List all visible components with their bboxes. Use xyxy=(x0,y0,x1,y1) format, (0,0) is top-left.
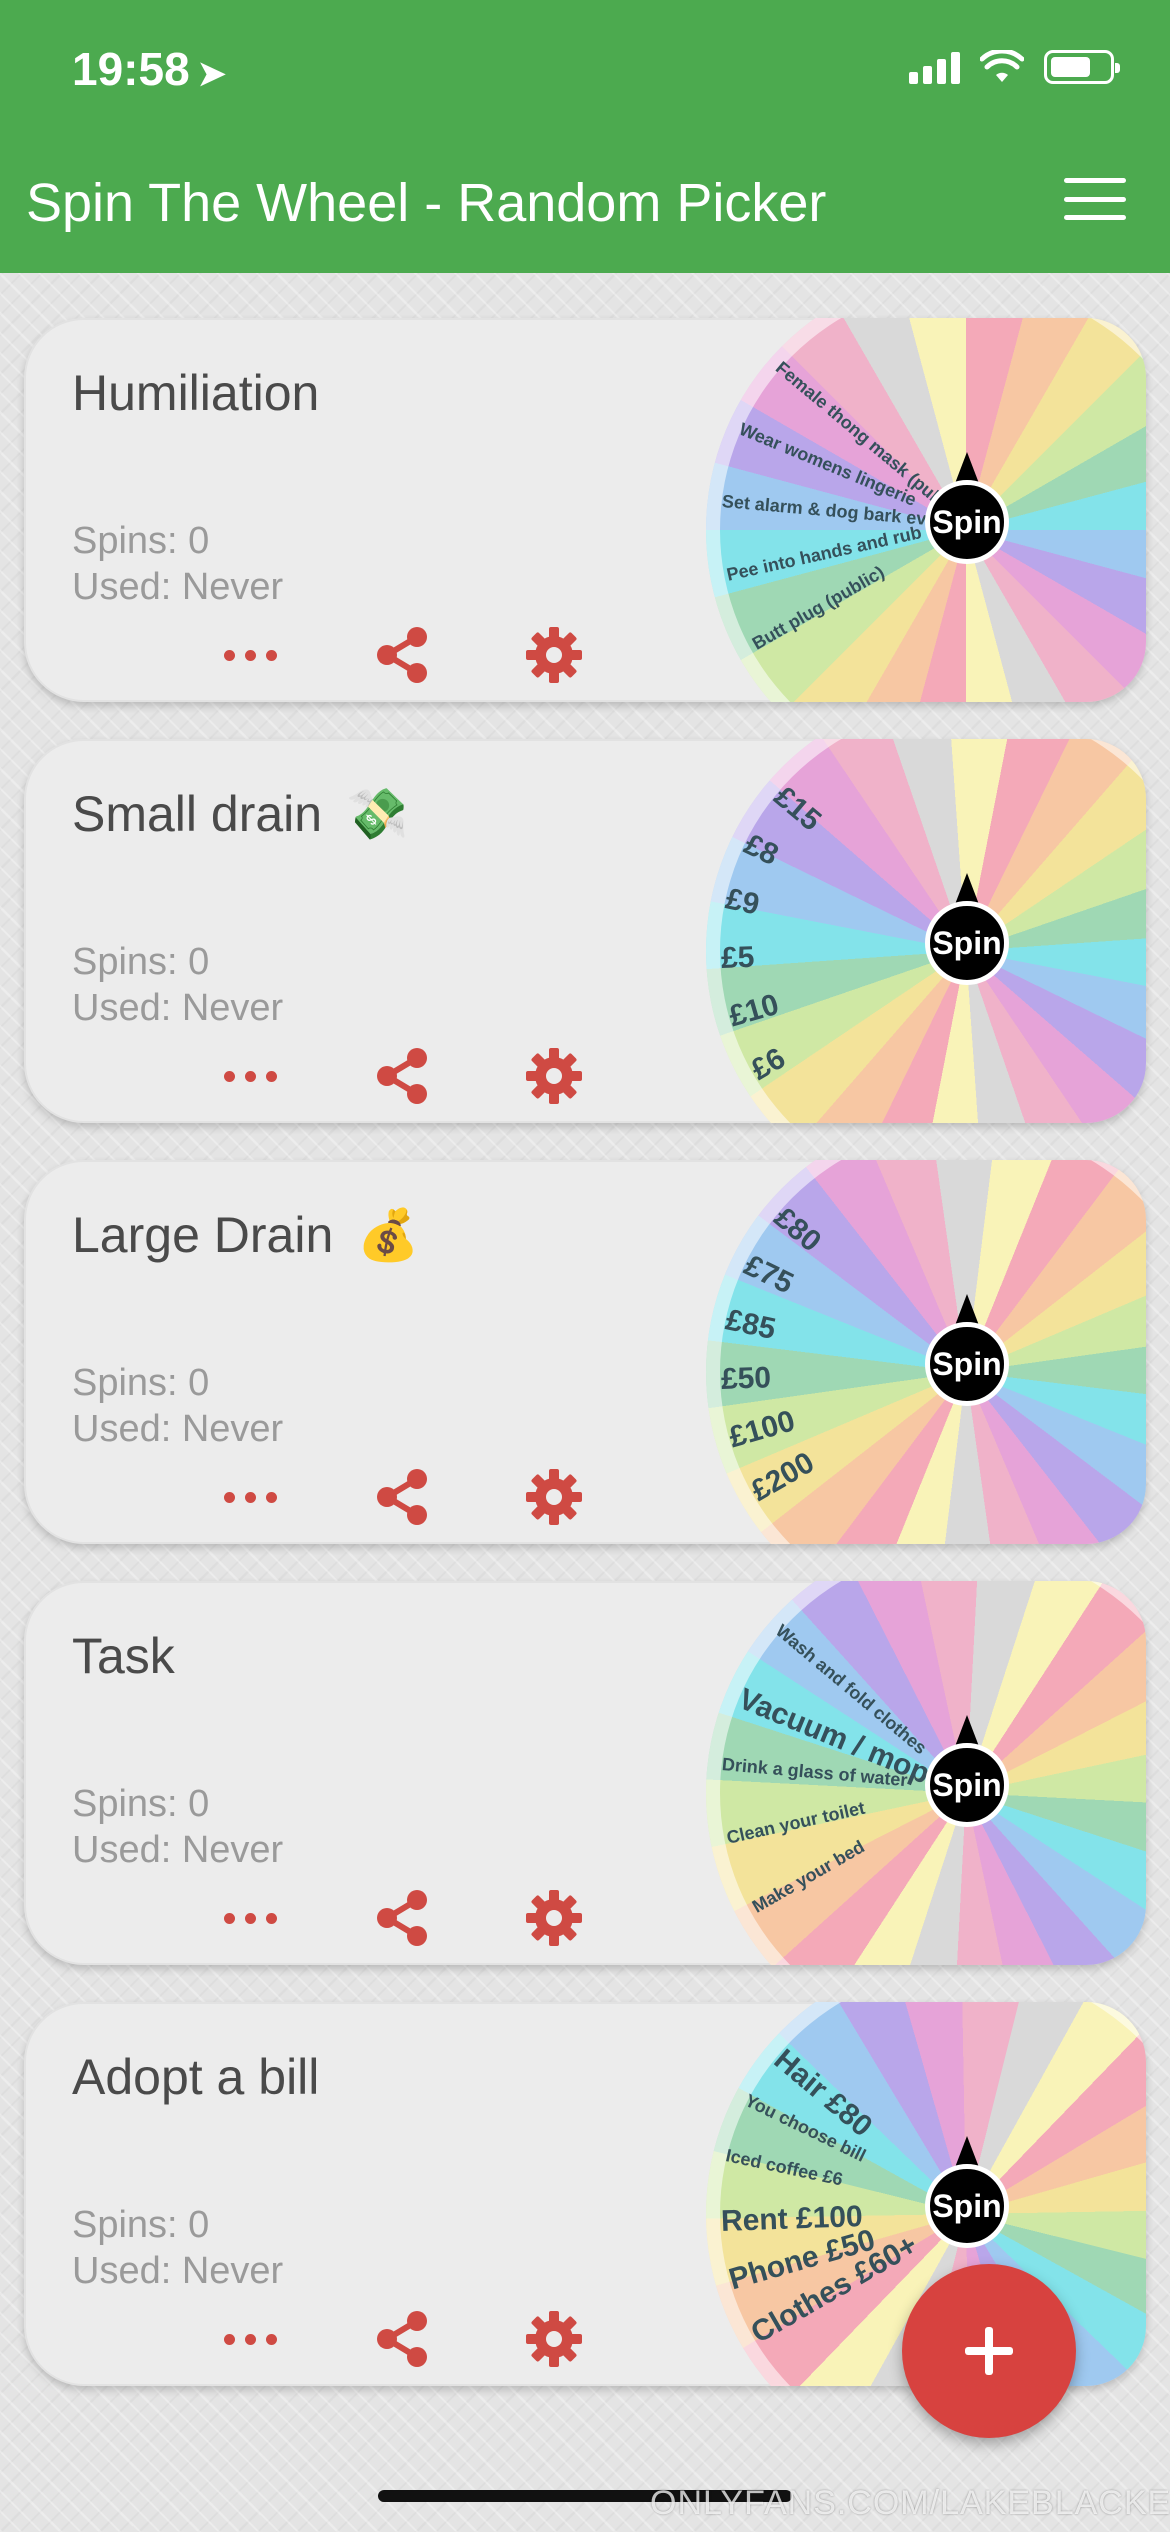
spin-button[interactable]: Spin xyxy=(925,1743,1009,1827)
share-icon xyxy=(377,2311,427,2367)
more-dots-icon xyxy=(223,1070,277,1082)
status-bar-time: 19:58 ➤ xyxy=(72,43,227,95)
more-dots-icon xyxy=(223,1912,277,1924)
wheel-stats: Spins: 0 Used: Never xyxy=(72,518,283,610)
last-used: Used: Never xyxy=(72,1408,284,1450)
app-title: Spin The Wheel - Random Picker xyxy=(26,173,827,233)
share-button[interactable] xyxy=(326,1041,478,1111)
share-button[interactable] xyxy=(326,1883,478,1953)
add-wheel-button[interactable] xyxy=(902,2264,1076,2438)
location-arrow-icon: ➤ xyxy=(197,55,227,93)
wheel-title: Humiliation xyxy=(72,365,320,421)
gear-icon xyxy=(526,2311,582,2367)
settings-button[interactable] xyxy=(478,1462,630,1532)
wheel-stats: Spins: 0 Used: Never xyxy=(72,2202,283,2294)
spins-count: Spins: 0 xyxy=(72,520,210,562)
card-actions xyxy=(174,620,630,690)
gear-icon xyxy=(526,1048,582,1104)
spin-button[interactable]: Spin xyxy=(925,2164,1009,2248)
wheel-title: Adopt a bill xyxy=(72,2049,320,2105)
gear-icon xyxy=(526,627,582,683)
wheel-card[interactable]: Large Drain 💰 Spins: 0 Used: Never £200 … xyxy=(24,1160,1146,1544)
wheel-card[interactable]: Task Spins: 0 Used: Never Make your bed … xyxy=(24,1581,1146,1965)
wheel-title-emoji: 💸 xyxy=(346,786,409,842)
plus-icon xyxy=(965,2327,1013,2375)
more-button[interactable] xyxy=(174,2304,326,2374)
card-actions xyxy=(174,1462,630,1532)
share-button[interactable] xyxy=(326,1462,478,1532)
wheel-preview[interactable]: Make your bed Clean your toilet Drink a gl… xyxy=(706,1581,1146,1965)
wheel-title-emoji: 💰 xyxy=(357,1207,420,1263)
wheel-preview[interactable]: Butt plug (public) Pee into hands and rub… xyxy=(706,318,1146,702)
gear-icon xyxy=(526,1469,582,1525)
share-icon xyxy=(377,1890,427,1946)
share-icon xyxy=(377,1469,427,1525)
spins-count: Spins: 0 xyxy=(72,1362,210,1404)
status-bar-indicators xyxy=(909,50,1120,84)
more-button[interactable] xyxy=(174,620,326,690)
wheel-card[interactable]: Small drain 💸 Spins: 0 Used: Never £6 £1… xyxy=(24,739,1146,1123)
cellular-signal-icon xyxy=(909,50,960,84)
wheel-stats: Spins: 0 Used: Never xyxy=(72,939,283,1031)
last-used: Used: Never xyxy=(72,566,284,608)
card-actions xyxy=(174,1041,630,1111)
spin-button[interactable]: Spin xyxy=(925,1322,1009,1406)
spins-count: Spins: 0 xyxy=(72,941,210,983)
wheel-segment-label: Rent £100 xyxy=(720,2199,864,2238)
settings-button[interactable] xyxy=(478,1041,630,1111)
spin-button[interactable]: Spin xyxy=(925,480,1009,564)
wheel-title: Large Drain 💰 xyxy=(72,1207,420,1263)
wheel-stats: Spins: 0 Used: Never xyxy=(72,1781,283,1873)
more-dots-icon xyxy=(223,2333,277,2345)
wheel-segment-label: £50 xyxy=(720,1360,772,1396)
share-button[interactable] xyxy=(326,620,478,690)
more-dots-icon xyxy=(223,1491,277,1503)
settings-button[interactable] xyxy=(478,1883,630,1953)
share-icon xyxy=(377,627,427,683)
more-button[interactable] xyxy=(174,1041,326,1111)
watermark: ONLYFANS.COM/LAKEBLACKETT xyxy=(650,2484,1170,2522)
card-actions xyxy=(174,1883,630,1953)
card-actions xyxy=(174,2304,630,2374)
share-button[interactable] xyxy=(326,2304,478,2374)
last-used: Used: Never xyxy=(72,1829,284,1871)
spins-count: Spins: 0 xyxy=(72,2204,210,2246)
more-button[interactable] xyxy=(174,1462,326,1532)
wheel-preview[interactable]: £200 £100 £50 £85 £75 £80 Spin xyxy=(706,1160,1146,1544)
wheel-segment-label: £5 xyxy=(720,940,756,975)
wheel-title: Task xyxy=(72,1628,175,1684)
hamburger-menu-icon[interactable] xyxy=(1064,178,1126,220)
more-dots-icon xyxy=(223,649,277,661)
settings-button[interactable] xyxy=(478,2304,630,2374)
app-header: 19:58 ➤ Spin The Wheel - Random Picker xyxy=(0,0,1170,273)
last-used: Used: Never xyxy=(72,987,284,1029)
wheel-stats: Spins: 0 Used: Never xyxy=(72,1360,283,1452)
spin-button[interactable]: Spin xyxy=(925,901,1009,985)
settings-button[interactable] xyxy=(478,620,630,690)
wheel-title: Small drain 💸 xyxy=(72,786,409,842)
share-icon xyxy=(377,1048,427,1104)
more-button[interactable] xyxy=(174,1883,326,1953)
last-used: Used: Never xyxy=(72,2250,284,2292)
wifi-icon xyxy=(980,50,1024,82)
spins-count: Spins: 0 xyxy=(72,1783,210,1825)
wheel-card[interactable]: Humiliation Spins: 0 Used: Never Butt pl… xyxy=(24,318,1146,702)
wheel-preview[interactable]: £6 £10 £5 £9 £8 £15 Spin xyxy=(706,739,1146,1123)
battery-icon xyxy=(1044,50,1120,84)
gear-icon xyxy=(526,1890,582,1946)
